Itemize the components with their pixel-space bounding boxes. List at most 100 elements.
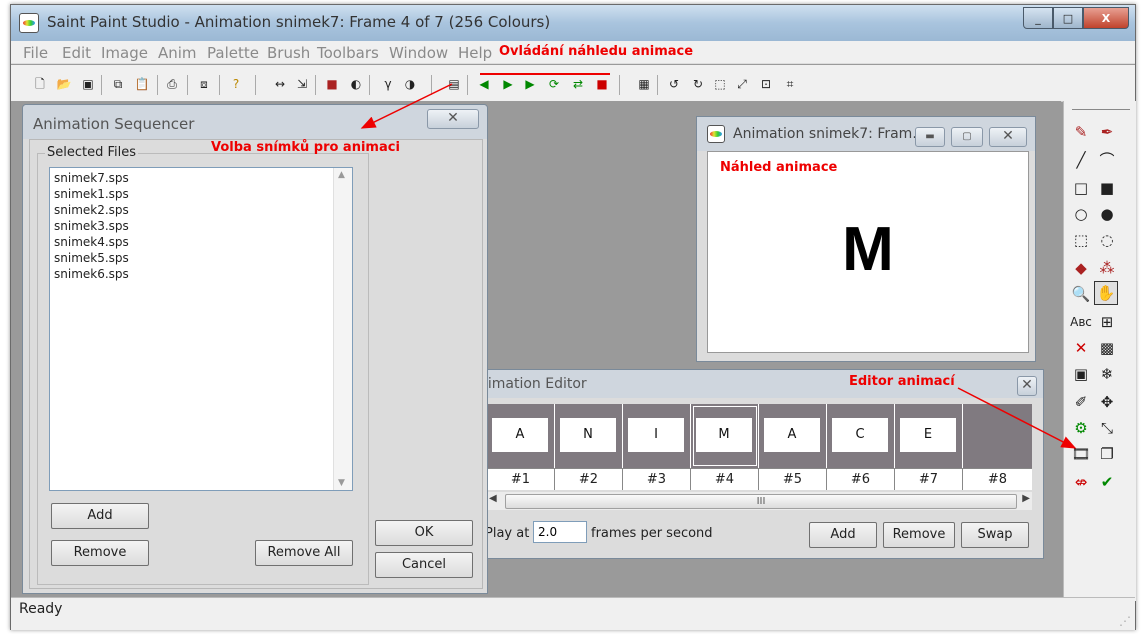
editor-add-button[interactable]: Add: [809, 522, 877, 548]
menu-image[interactable]: Image: [101, 44, 148, 62]
preview-canvas[interactable]: Náhled animace M: [707, 151, 1029, 353]
editor-remove-button[interactable]: Remove: [883, 522, 955, 548]
list-item[interactable]: snimek6.sps: [54, 266, 129, 282]
scroll-left-icon[interactable]: ◀: [489, 493, 497, 504]
scroll-up-icon[interactable]: ▲: [338, 170, 345, 180]
paste-icon[interactable]: 📋: [133, 75, 151, 93]
flip-horizontal-icon[interactable]: ↔: [271, 75, 289, 93]
frame-cell-5[interactable]: A: [759, 404, 827, 468]
resize-tool-icon[interactable]: ⤡: [1096, 417, 1118, 439]
fill-icon[interactable]: ◆: [1070, 257, 1092, 279]
frame-scrollbar[interactable]: ◀ III ▶: [487, 492, 1032, 510]
sequencer-ok-button[interactable]: OK: [375, 520, 473, 546]
zoom-fit-icon[interactable]: ⤢: [733, 75, 751, 93]
animation-sequencer-icon[interactable]: ▤: [445, 75, 463, 93]
help-icon[interactable]: ?: [227, 75, 245, 93]
fps-input[interactable]: [533, 521, 587, 543]
layers-icon[interactable]: ❐: [1096, 443, 1118, 465]
frame-cell-7[interactable]: E: [895, 404, 963, 468]
copy-to-icon[interactable]: ⧈: [195, 75, 213, 93]
rect-select-icon[interactable]: ⬚: [1070, 229, 1092, 251]
app-icon[interactable]: [19, 13, 39, 33]
menu-edit[interactable]: Edit: [62, 44, 91, 62]
list-item[interactable]: snimek7.sps: [54, 170, 129, 186]
ellipse-icon[interactable]: ○: [1070, 203, 1092, 225]
curve-icon[interactable]: ⌒: [1096, 149, 1118, 171]
resize-icon[interactable]: ⇲: [293, 75, 311, 93]
preview-minimize-button[interactable]: ▬: [915, 127, 945, 147]
eyedropper-icon[interactable]: ⊞: [1096, 311, 1118, 333]
sequencer-remove-button[interactable]: Remove: [51, 540, 149, 566]
stamp-icon[interactable]: ▣: [1070, 363, 1092, 385]
grid-view-icon[interactable]: ▦: [635, 75, 653, 93]
apply-tool-icon[interactable]: ✔: [1096, 471, 1118, 493]
scroll-right-icon[interactable]: ▶: [1022, 493, 1030, 504]
airbrush-icon[interactable]: ⁂: [1096, 257, 1118, 279]
list-item[interactable]: snimek1.sps: [54, 186, 129, 202]
bounce-icon[interactable]: ⇄: [569, 75, 587, 93]
loop-icon[interactable]: ⟳: [545, 75, 563, 93]
zoom-region-icon[interactable]: ⊡: [757, 75, 775, 93]
list-item[interactable]: snimek5.sps: [54, 250, 129, 266]
print-icon[interactable]: ⎙: [163, 75, 181, 93]
zoom-icon[interactable]: 🔍: [1070, 283, 1092, 305]
new-file-icon[interactable]: 🗋: [31, 75, 49, 93]
list-item[interactable]: snimek2.sps: [54, 202, 129, 218]
pen-icon[interactable]: ✒: [1096, 121, 1118, 143]
menu-brush[interactable]: Brush: [267, 44, 310, 62]
gear-icon[interactable]: ⚙: [1070, 417, 1092, 439]
rotate-right-icon[interactable]: ↻: [689, 75, 707, 93]
cancel-tool-icon[interactable]: ⇎: [1070, 471, 1092, 493]
scroll-thumb[interactable]: III: [505, 494, 1017, 509]
rotate-left-icon[interactable]: ↺: [665, 75, 683, 93]
blur-icon[interactable]: ❄: [1096, 363, 1118, 385]
lasso-icon[interactable]: ◌: [1096, 229, 1118, 251]
transform-icon[interactable]: ⌗: [781, 75, 799, 93]
sequencer-remove-all-button[interactable]: Remove All: [255, 540, 353, 566]
scroll-down-icon[interactable]: ▼: [338, 478, 345, 488]
preview-close-button[interactable]: ✕: [989, 127, 1027, 147]
menu-help[interactable]: Help: [458, 44, 492, 62]
close-button[interactable]: X: [1083, 7, 1129, 29]
crop-select-icon[interactable]: ⬚: [711, 75, 729, 93]
play-forward-icon[interactable]: ▶: [499, 75, 517, 93]
step-forward-icon[interactable]: ▶: [521, 75, 539, 93]
filled-rectangle-icon[interactable]: ■: [1096, 177, 1118, 199]
sequencer-close-button[interactable]: ✕: [427, 109, 479, 129]
frame-cell-1[interactable]: A: [487, 404, 555, 468]
menu-toolbars[interactable]: Toolbars: [317, 44, 379, 62]
pattern-icon[interactable]: ▩: [1096, 337, 1118, 359]
list-item[interactable]: snimek4.sps: [54, 234, 129, 250]
menu-anim[interactable]: Anim: [158, 44, 197, 62]
frame-cell-8[interactable]: [963, 404, 1032, 468]
files-scrollbar[interactable]: ▲ ▼: [333, 168, 352, 490]
selected-files-list[interactable]: snimek7.sps snimek1.sps snimek2.sps snim…: [49, 167, 353, 491]
text-icon[interactable]: Aʙᴄ: [1070, 311, 1092, 333]
play-reverse-icon[interactable]: ◀: [475, 75, 493, 93]
frame-cell-2[interactable]: N: [555, 404, 623, 468]
gamma-icon[interactable]: γ: [379, 75, 397, 93]
filled-ellipse-icon[interactable]: ●: [1096, 203, 1118, 225]
list-item[interactable]: snimek3.sps: [54, 218, 129, 234]
smudge-icon[interactable]: ✐: [1070, 391, 1092, 413]
rectangle-icon[interactable]: □: [1070, 177, 1092, 199]
sequencer-cancel-button[interactable]: Cancel: [375, 552, 473, 578]
frame-cell-3[interactable]: I: [623, 404, 691, 468]
frame-cell-4[interactable]: M: [691, 404, 759, 468]
copy-icon[interactable]: ⧉: [109, 75, 127, 93]
save-icon[interactable]: ▣: [79, 75, 97, 93]
open-folder-icon[interactable]: 📂: [55, 75, 73, 93]
erase-color-icon[interactable]: ✕: [1070, 337, 1092, 359]
hand-icon[interactable]: ✋: [1094, 281, 1118, 305]
menu-palette[interactable]: Palette: [207, 44, 259, 62]
invert-icon[interactable]: ◑: [401, 75, 419, 93]
film-icon[interactable]: 🎞: [1070, 443, 1092, 465]
line-icon[interactable]: ╱: [1070, 149, 1092, 171]
contrast-icon[interactable]: ◐: [347, 75, 365, 93]
frame-cell-6[interactable]: C: [827, 404, 895, 468]
brush-icon[interactable]: ✎: [1070, 121, 1092, 143]
move-icon[interactable]: ✥: [1096, 391, 1118, 413]
editor-swap-button[interactable]: Swap: [961, 522, 1029, 548]
stop-icon[interactable]: ■: [593, 75, 611, 93]
maximize-button[interactable]: □: [1053, 7, 1083, 29]
